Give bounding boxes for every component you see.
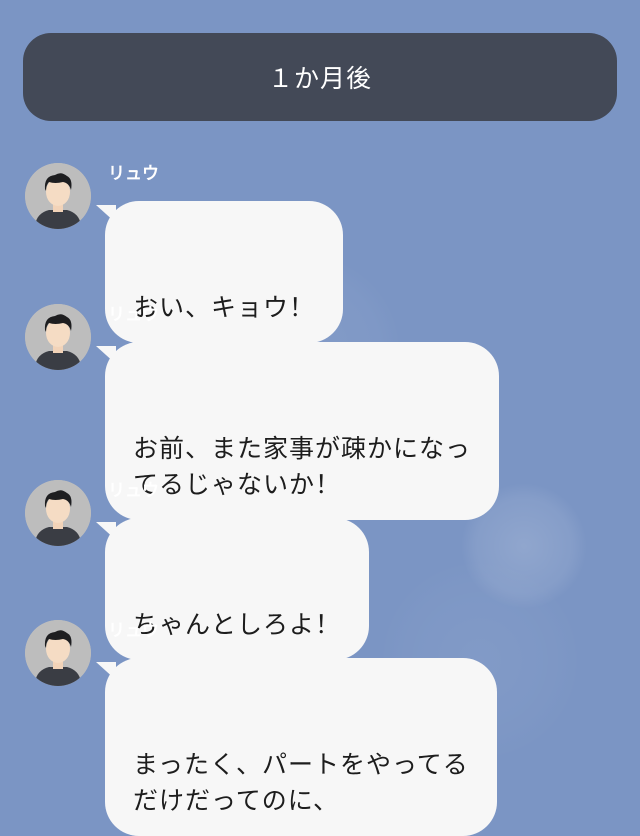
avatar[interactable] — [25, 163, 91, 229]
sender-name: リュウ — [108, 305, 159, 325]
male-avatar-icon — [25, 304, 91, 370]
bubble-tail — [96, 205, 116, 223]
bubble-tail — [96, 346, 116, 364]
time-banner-label: １か月後 — [267, 64, 372, 93]
sender-name: リュウ — [108, 481, 159, 501]
message-text: まったく、パートをやってる だけだってのに、 — [133, 750, 469, 815]
bubble-tail — [96, 662, 116, 680]
time-banner: １か月後 — [23, 33, 617, 121]
avatar[interactable] — [25, 620, 91, 686]
message-bubble[interactable]: お前、また家事が疎かになっ てるじゃないか！ — [96, 342, 500, 520]
message-bubble[interactable]: まったく、パートをやってる だけだってのに、 — [96, 658, 497, 836]
sender-name: リュウ — [108, 621, 159, 641]
male-avatar-icon — [25, 163, 91, 229]
message-text: ちゃんとしろよ！ — [133, 610, 342, 639]
sender-name: リュウ — [108, 164, 159, 184]
avatar[interactable] — [25, 480, 91, 546]
male-avatar-icon — [25, 480, 91, 546]
avatar[interactable] — [25, 304, 91, 370]
male-avatar-icon — [25, 620, 91, 686]
bubble-tail — [96, 522, 116, 540]
message-text: おい、キョウ！ — [133, 293, 316, 322]
message-text: お前、また家事が疎かになっ てるじゃないか！ — [133, 434, 472, 499]
